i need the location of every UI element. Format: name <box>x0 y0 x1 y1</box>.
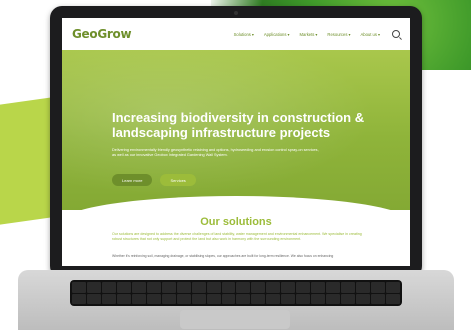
hero-description: Delivering environmentally friendly geos… <box>112 148 319 157</box>
nav-item-about-us[interactable]: About us▾ <box>360 32 380 37</box>
chevron-down-icon: ▾ <box>287 31 290 37</box>
chevron-down-icon: ▾ <box>251 31 254 37</box>
services-button[interactable]: Services <box>160 174 196 186</box>
trackpad <box>180 310 290 329</box>
nav-item-solutions[interactable]: Solutions▾ <box>234 32 254 37</box>
nav-item-label: Applications <box>263 31 287 37</box>
nav-item-label: Markets <box>299 31 315 37</box>
learn-more-button[interactable]: Learn more <box>112 174 153 186</box>
solutions-description: Our solutions are designed to address th… <box>112 232 362 241</box>
hero-buttons: Learn more Services <box>112 174 196 186</box>
solutions-title: Our solutions <box>200 216 272 228</box>
hero-section: Increasing biodiversity in construction … <box>62 50 410 222</box>
solutions-more-text: Whether it's reinforcing soil, managing … <box>112 254 334 258</box>
nav-item-label: Resources <box>327 31 348 37</box>
nav-item-label: About us <box>360 31 377 37</box>
chevron-down-icon: ▾ <box>377 31 380 37</box>
laptop-screen: GeoGrow Solutions▾ Applications▾ Markets… <box>62 18 410 266</box>
camera-icon <box>234 11 238 15</box>
site-logo[interactable]: GeoGrow <box>72 27 132 41</box>
search-icon[interactable] <box>392 30 400 38</box>
nav-item-markets[interactable]: Markets▾ <box>300 32 318 37</box>
site-header: GeoGrow Solutions▾ Applications▾ Markets… <box>62 18 410 50</box>
nav-item-applications[interactable]: Applications▾ <box>264 32 290 37</box>
nav-item-resources[interactable]: Resources▾ <box>327 32 350 37</box>
chevron-down-icon: ▾ <box>348 31 351 37</box>
nav-item-label: Solutions <box>233 31 251 37</box>
chevron-down-icon: ▾ <box>315 31 318 37</box>
hero-title: Increasing biodiversity in construction … <box>112 110 365 140</box>
keyboard <box>70 280 402 306</box>
top-nav: Solutions▾ Applications▾ Markets▾ Resour… <box>234 30 400 38</box>
